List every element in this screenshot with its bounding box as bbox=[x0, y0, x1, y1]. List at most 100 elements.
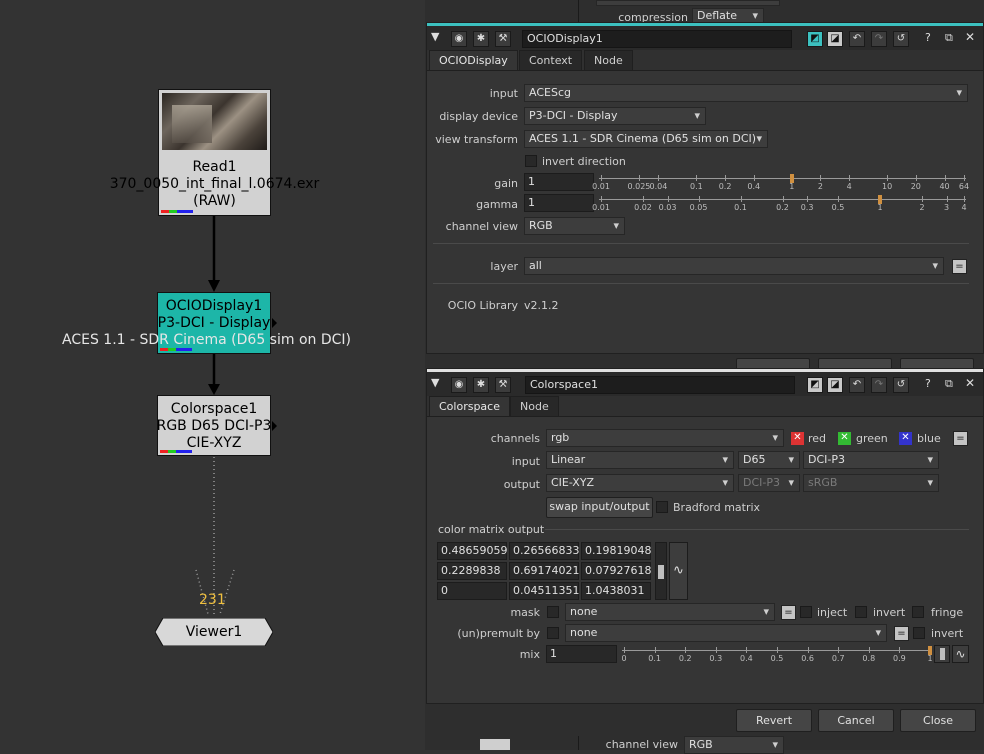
close-button[interactable]: Close bbox=[900, 709, 976, 732]
slider-tick bbox=[849, 175, 851, 181]
unpremult-link-button[interactable]: = bbox=[894, 626, 909, 641]
close-icon[interactable]: ✕ bbox=[965, 30, 975, 44]
mix-slider[interactable]: 0 0.1 0.2 0.3 0.4 0.5 0.6 0.7 0.8 0.9 1 bbox=[621, 646, 933, 669]
cs-input-primaries-dropdown[interactable]: DCI-P3 bbox=[803, 451, 939, 469]
read-node[interactable]: Read1 370_0050_int_final_l.0674.exr (RAW… bbox=[110, 89, 319, 216]
matrix-cell[interactable]: 0 bbox=[437, 582, 507, 600]
ocio-node-display: P3-DCI - Display bbox=[157, 315, 271, 331]
color-chip-icon[interactable]: ◩ bbox=[807, 377, 823, 393]
mix-animate-button[interactable] bbox=[934, 645, 950, 663]
help-icon[interactable]: ? bbox=[925, 31, 931, 44]
collapse-icon[interactable]: ▼ bbox=[431, 30, 439, 43]
layer-link-button[interactable]: = bbox=[952, 259, 967, 274]
cs-output-dropdown[interactable]: CIE-XYZ bbox=[546, 474, 734, 492]
ocio-titlebar: ▼ ◉ ✱ ⚒ OCIODisplay1 ◩ ◪ ↶ ↷ ↺ ? ⧉ ✕ bbox=[427, 26, 983, 50]
bottom-channel-view-dropdown[interactable]: RGB bbox=[684, 736, 784, 754]
curve-icon[interactable]: ∿ bbox=[952, 645, 969, 663]
tab-colorspace[interactable]: Colorspace bbox=[429, 396, 510, 416]
matrix-cell[interactable]: 0.2289838 bbox=[437, 562, 507, 580]
cs-input-label: input bbox=[511, 455, 540, 468]
help-icon[interactable]: ? bbox=[925, 377, 931, 390]
inject-checkbox[interactable] bbox=[800, 606, 812, 618]
invert2-checkbox[interactable] bbox=[913, 627, 925, 639]
matrix-cell[interactable]: 0.04511351 bbox=[509, 582, 579, 600]
input-dropdown[interactable]: ACEScg bbox=[524, 84, 968, 102]
undo-icon[interactable]: ↶ bbox=[849, 377, 865, 393]
slider-tick-label: 1 bbox=[789, 182, 795, 191]
blue-checkbox[interactable]: ✕ bbox=[899, 432, 912, 445]
slider-knob[interactable] bbox=[789, 174, 794, 183]
ocio-node-name-field[interactable]: OCIODisplay1 bbox=[522, 30, 792, 48]
gl-color-icon[interactable]: ◪ bbox=[827, 377, 843, 393]
slider-knob[interactable] bbox=[878, 195, 882, 204]
tab-node[interactable]: Node bbox=[510, 396, 559, 416]
compression-dropdown[interactable]: Deflate bbox=[692, 8, 764, 23]
gain-slider[interactable]: 0.01 0.025 0.04 0.1 0.2 0.4 1 2 4 10 20 40 64 bbox=[592, 174, 969, 197]
channels-dropdown[interactable]: rgb bbox=[546, 429, 784, 447]
bug-icon[interactable]: ✱ bbox=[473, 31, 489, 47]
mask-checkbox[interactable] bbox=[547, 606, 559, 618]
tab-ocio-display[interactable]: OCIODisplay bbox=[429, 50, 518, 70]
layer-dropdown[interactable]: all bbox=[524, 257, 944, 275]
gain-field[interactable]: 1 bbox=[524, 173, 594, 191]
channel-view-dropdown[interactable]: RGB bbox=[524, 217, 625, 235]
separator bbox=[433, 243, 969, 244]
cs-input-dropdown[interactable]: Linear bbox=[546, 451, 734, 469]
collapse-icon[interactable]: ▼ bbox=[431, 376, 439, 389]
matrix-cell[interactable]: 0.48659059 bbox=[437, 542, 507, 560]
green-checkbox[interactable]: ✕ bbox=[838, 432, 851, 445]
channels-link-button[interactable]: = bbox=[953, 431, 968, 446]
colorspace-node[interactable]: Colorspace1 RGB D65 DCI-P3 CIE-XYZ bbox=[157, 395, 271, 456]
slider-tick bbox=[946, 196, 948, 202]
invert-direction-checkbox[interactable] bbox=[525, 155, 537, 167]
revert-button[interactable]: Revert bbox=[736, 709, 812, 732]
redo-icon[interactable]: ↷ bbox=[871, 377, 887, 393]
mask-dropdown[interactable]: none bbox=[565, 603, 775, 621]
bug-icon[interactable]: ✱ bbox=[473, 377, 489, 393]
gamma-slider[interactable]: 0.01 0.02 0.03 0.05 0.1 0.2 0.3 0.5 1 2 3 4 bbox=[592, 195, 967, 218]
cancel-button[interactable]: Cancel bbox=[818, 709, 894, 732]
matrix-cell[interactable]: 0.19819048 bbox=[581, 542, 651, 560]
undo-icon[interactable]: ↶ bbox=[849, 31, 865, 47]
revert-icon[interactable]: ↺ bbox=[893, 377, 909, 393]
matrix-scrollbar[interactable] bbox=[655, 542, 667, 600]
slider-tick bbox=[638, 175, 640, 181]
fringe-checkbox[interactable] bbox=[912, 606, 924, 618]
matrix-cell[interactable]: 0.26566833 bbox=[509, 542, 579, 560]
view-transform-dropdown[interactable]: ACES 1.1 - SDR Cinema (D65 sim on DCI) bbox=[524, 130, 768, 148]
matrix-cell[interactable]: 0.69174021 bbox=[509, 562, 579, 580]
float-icon[interactable]: ⧉ bbox=[945, 31, 953, 45]
tab-context[interactable]: Context bbox=[519, 50, 583, 70]
slider-knob[interactable] bbox=[928, 646, 932, 655]
node-graph[interactable]: Read1 370_0050_int_final_l.0674.exr (RAW… bbox=[0, 0, 425, 750]
node-toggle-icon[interactable]: ◉ bbox=[451, 31, 467, 47]
mask-link-button[interactable]: = bbox=[781, 605, 796, 620]
wrench-icon[interactable]: ⚒ bbox=[495, 31, 511, 47]
close-icon[interactable]: ✕ bbox=[965, 376, 975, 390]
swap-input-output-button[interactable]: swap input/output bbox=[546, 497, 653, 518]
node-toggle-icon[interactable]: ◉ bbox=[451, 377, 467, 393]
curve-icon[interactable]: ∿ bbox=[669, 542, 688, 600]
float-icon[interactable]: ⧉ bbox=[945, 377, 953, 391]
cs-input-illuminant-dropdown[interactable]: D65 bbox=[738, 451, 800, 469]
gl-color-icon[interactable]: ◪ bbox=[827, 31, 843, 47]
redo-icon[interactable]: ↷ bbox=[871, 31, 887, 47]
mix-field[interactable]: 1 bbox=[546, 645, 617, 663]
matrix-cell[interactable]: 1.0438031 bbox=[581, 582, 651, 600]
wrench-icon[interactable]: ⚒ bbox=[495, 377, 511, 393]
display-device-dropdown[interactable]: P3-DCI - Display bbox=[524, 107, 706, 125]
matrix-cell[interactable]: 0.07927618 bbox=[581, 562, 651, 580]
color-chip-icon[interactable]: ◩ bbox=[807, 31, 823, 47]
red-checkbox[interactable]: ✕ bbox=[791, 432, 804, 445]
slider-tick-label: 1 bbox=[877, 203, 883, 212]
revert-icon[interactable]: ↺ bbox=[893, 31, 909, 47]
bradford-matrix-checkbox[interactable] bbox=[656, 501, 668, 513]
unpremult-checkbox[interactable] bbox=[547, 627, 559, 639]
unpremult-dropdown[interactable]: none bbox=[565, 624, 887, 642]
tab-node[interactable]: Node bbox=[584, 50, 633, 70]
cs-output-illuminant-dropdown: DCI-P3 bbox=[738, 474, 800, 492]
cs-node-name-field[interactable]: Colorspace1 bbox=[525, 376, 795, 394]
invert-checkbox[interactable] bbox=[855, 606, 867, 618]
gamma-field[interactable]: 1 bbox=[524, 194, 594, 212]
gain-label: gain bbox=[494, 177, 518, 190]
